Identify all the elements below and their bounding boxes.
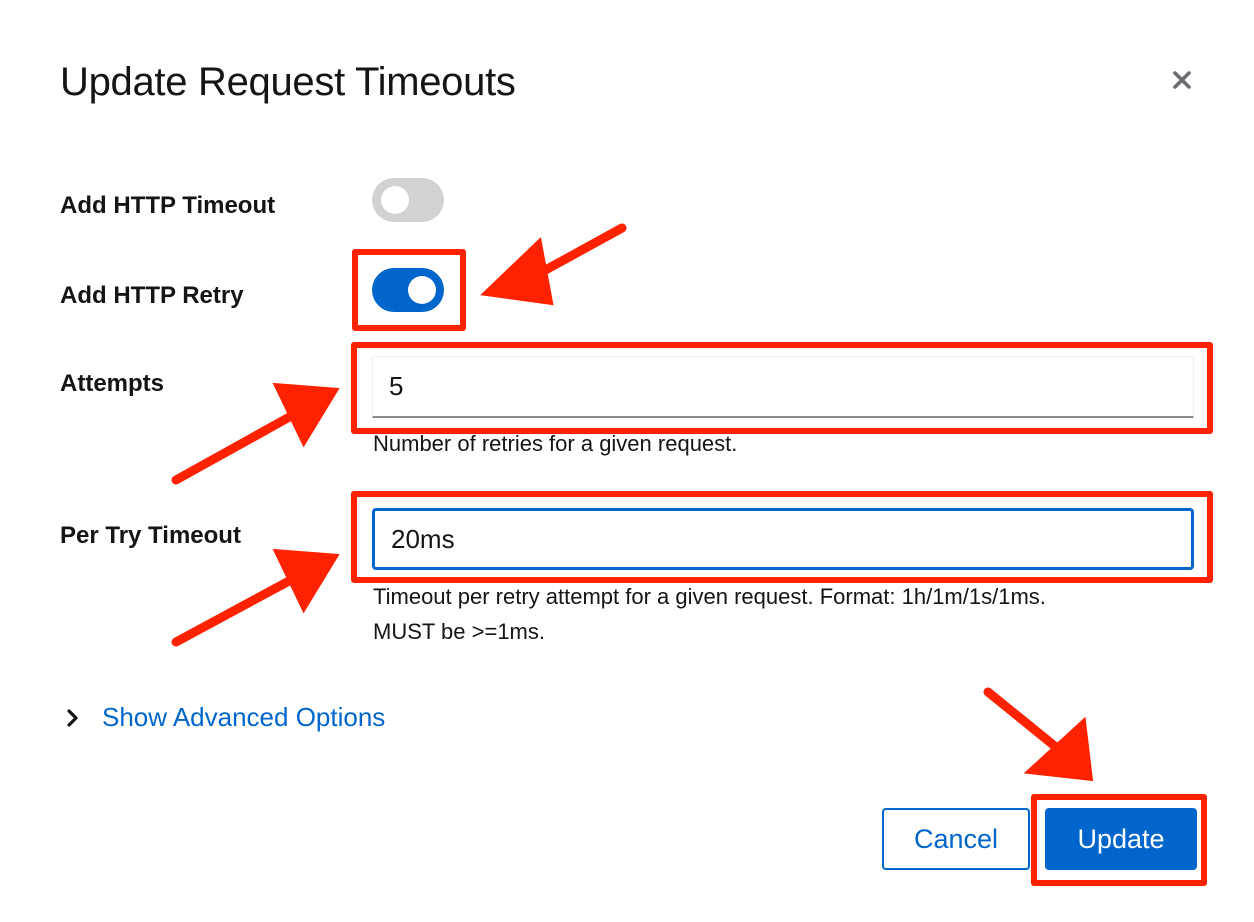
http-retry-switch[interactable] <box>372 268 444 312</box>
close-button[interactable] <box>1166 64 1198 96</box>
per-try-timeout-helper-line1: Timeout per retry attempt for a given re… <box>373 584 1046 609</box>
cancel-button[interactable]: Cancel <box>882 808 1030 870</box>
switch-knob <box>408 276 436 304</box>
per-try-timeout-helper-line2: MUST be >=1ms. <box>373 619 545 644</box>
http-timeout-switch[interactable] <box>372 178 444 222</box>
modal-title: Update Request Timeouts <box>60 60 516 104</box>
close-icon <box>1173 71 1191 89</box>
show-advanced-options-toggle[interactable]: Show Advanced Options <box>62 702 385 733</box>
update-request-timeouts-modal: Update Request Timeouts Add HTTP Timeout… <box>0 0 1254 922</box>
per-try-timeout-input[interactable]: 20ms <box>372 508 1194 570</box>
http-timeout-label: Add HTTP Timeout <box>60 192 276 219</box>
attempts-label: Attempts <box>60 370 165 397</box>
per-try-timeout-label: Per Try Timeout <box>60 522 241 549</box>
show-advanced-options-link[interactable]: Show Advanced Options <box>102 702 385 733</box>
attempts-input[interactable]: 5 <box>372 356 1194 418</box>
http-retry-label: Add HTTP Retry <box>60 282 244 309</box>
update-button[interactable]: Update <box>1045 808 1197 870</box>
attempts-helper-text: Number of retries for a given request. <box>373 431 738 456</box>
switch-knob <box>381 186 409 214</box>
chevron-right-icon <box>62 707 84 729</box>
